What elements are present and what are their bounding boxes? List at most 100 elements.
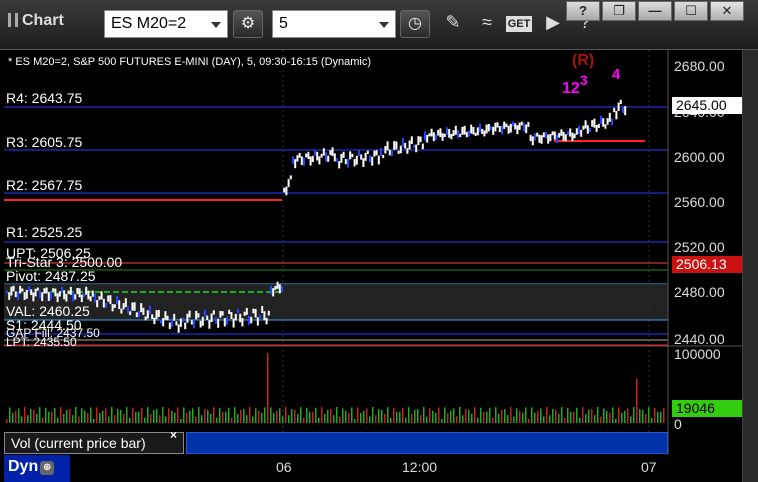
restore-button[interactable]: ❐ bbox=[602, 1, 636, 21]
volume-bar bbox=[204, 409, 206, 423]
volume-bar bbox=[366, 408, 368, 423]
help-button[interactable]: ? bbox=[566, 1, 600, 21]
price-candle bbox=[624, 106, 627, 116]
volume-bar bbox=[549, 415, 551, 423]
price-candle bbox=[520, 121, 523, 126]
close-button[interactable]: ✕ bbox=[710, 1, 744, 21]
volume-current-badge: 19046 bbox=[672, 400, 749, 417]
count-marker-4: 4 bbox=[612, 66, 621, 83]
volume-bar bbox=[528, 418, 530, 423]
volume-bar bbox=[237, 413, 239, 423]
price-candle bbox=[50, 291, 52, 300]
symbol-selector[interactable]: ES M20=2 bbox=[104, 10, 228, 38]
volume-bar bbox=[474, 407, 476, 423]
price-candle bbox=[501, 125, 503, 135]
volume-bar bbox=[12, 412, 14, 423]
volume-bar bbox=[651, 417, 653, 423]
price-candle bbox=[127, 306, 129, 314]
maximize-button[interactable]: ☐ bbox=[674, 1, 708, 21]
volume-bar bbox=[396, 411, 398, 423]
volume-bar bbox=[429, 408, 431, 423]
volume-bar bbox=[519, 410, 521, 423]
clock-button[interactable]: ◷ bbox=[400, 10, 430, 38]
price-candle bbox=[556, 134, 558, 144]
interval-value: 5 bbox=[279, 15, 288, 32]
price-candle bbox=[366, 150, 369, 155]
settings-button[interactable]: ⚙ bbox=[233, 10, 263, 38]
y-tick-label: 2600.00 bbox=[674, 149, 725, 165]
price-candle bbox=[413, 144, 415, 148]
price-candle bbox=[241, 318, 244, 327]
price-candle bbox=[113, 304, 116, 308]
volume-bar bbox=[615, 418, 617, 423]
pencil-icon[interactable]: ✎ bbox=[440, 12, 466, 33]
price-candle bbox=[105, 302, 107, 308]
price-candle bbox=[17, 291, 19, 301]
close-icon[interactable]: × bbox=[170, 428, 177, 442]
volume-bar bbox=[525, 407, 527, 423]
play-icon[interactable]: ▶ bbox=[540, 12, 566, 33]
volume-indicator-label[interactable]: Vol (current price bar) bbox=[4, 432, 184, 454]
price-candle bbox=[25, 289, 28, 299]
volume-bar bbox=[645, 413, 647, 423]
price-candle bbox=[428, 133, 431, 137]
price-candle bbox=[439, 128, 442, 138]
dynamic-mode-button[interactable]: Dyn ⊕ bbox=[4, 455, 70, 482]
volume-bar bbox=[375, 415, 377, 423]
minimize-button[interactable]: — bbox=[638, 1, 672, 21]
drag-handle-icon[interactable] bbox=[8, 13, 18, 27]
price-candle bbox=[256, 317, 259, 326]
price-candle bbox=[23, 292, 26, 300]
volume-bar bbox=[468, 409, 470, 423]
volume-bar bbox=[57, 417, 59, 423]
price-candle bbox=[457, 130, 459, 138]
volume-bar bbox=[648, 407, 650, 423]
volume-bar bbox=[531, 407, 533, 423]
volume-bar bbox=[369, 416, 371, 423]
price-chart[interactable]: * ES M20=2, S&P 500 FUTURES E-MINI (DAY)… bbox=[0, 50, 758, 482]
price-candle bbox=[525, 124, 528, 134]
price-candle bbox=[61, 286, 63, 293]
price-candle bbox=[254, 309, 257, 318]
volume-bar bbox=[339, 416, 341, 423]
volume-bar bbox=[171, 410, 173, 423]
price-candle bbox=[39, 290, 41, 299]
price-candle bbox=[102, 298, 105, 308]
price-candle bbox=[494, 122, 497, 132]
price-candle bbox=[243, 311, 246, 316]
price-candle bbox=[408, 140, 411, 150]
count-marker-3: 3 bbox=[580, 72, 588, 88]
volume-bar bbox=[33, 409, 35, 423]
volume-bar bbox=[156, 409, 158, 423]
volume-bar bbox=[408, 407, 410, 423]
vertical-scrollbar[interactable] bbox=[742, 50, 758, 482]
price-candle bbox=[514, 123, 517, 130]
price-candle bbox=[219, 311, 222, 318]
price-candle bbox=[507, 125, 510, 134]
volume-bar bbox=[42, 417, 44, 423]
lock-icon[interactable]: ⊕ bbox=[40, 461, 55, 475]
volume-bar bbox=[174, 412, 176, 423]
volume-bar bbox=[93, 418, 95, 423]
volume-bar bbox=[72, 415, 74, 423]
volume-bar bbox=[195, 416, 197, 423]
price-candle bbox=[340, 153, 343, 163]
price-candle bbox=[157, 309, 160, 317]
interval-selector[interactable]: 5 bbox=[272, 10, 396, 38]
price-candle bbox=[463, 125, 466, 135]
price-candle bbox=[74, 294, 77, 300]
volume-bar bbox=[102, 410, 104, 423]
volume-bar bbox=[582, 407, 584, 423]
price-candle bbox=[204, 309, 206, 317]
volume-bar bbox=[147, 407, 149, 423]
price-candle bbox=[248, 315, 250, 325]
price-candle bbox=[100, 291, 103, 300]
price-candle bbox=[208, 320, 211, 329]
volume-bar bbox=[252, 416, 254, 423]
price-candle bbox=[395, 141, 398, 150]
price-candle bbox=[261, 306, 264, 314]
get-icon[interactable]: GET bbox=[506, 16, 532, 32]
indicator-icon[interactable]: ≈ bbox=[474, 12, 500, 33]
price-candle bbox=[388, 149, 391, 156]
price-candle bbox=[384, 145, 387, 154]
